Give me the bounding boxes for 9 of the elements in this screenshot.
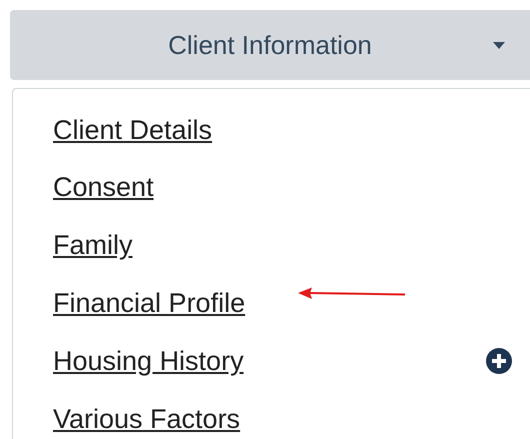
- client-information-dropdown[interactable]: Client Information: [10, 10, 530, 80]
- plus-circle-icon: [486, 348, 512, 374]
- menu-link[interactable]: Various Factors: [53, 398, 240, 439]
- menu-link[interactable]: Housing History: [53, 340, 244, 382]
- menu-link[interactable]: Family: [53, 225, 132, 266]
- menu-link[interactable]: Financial Profile: [53, 283, 246, 324]
- menu-link[interactable]: Consent: [53, 167, 154, 208]
- caret-icon: [493, 42, 505, 49]
- menu-link[interactable]: Client Details: [53, 110, 212, 150]
